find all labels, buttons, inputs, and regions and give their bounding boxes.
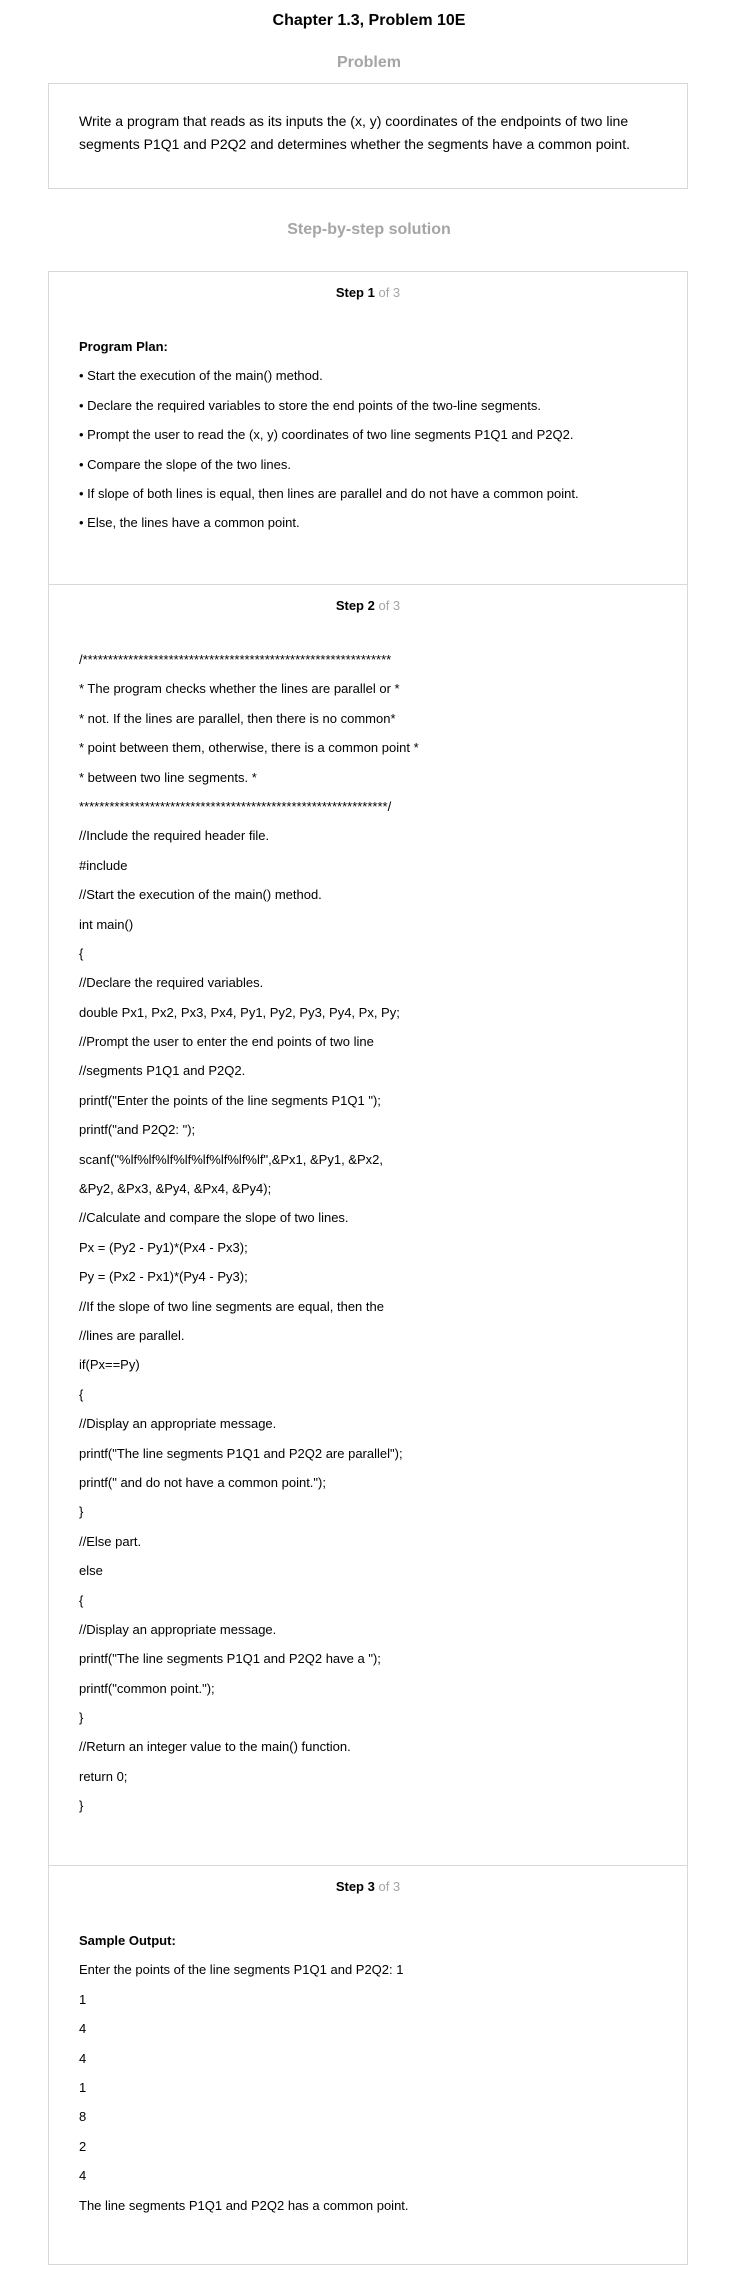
step-3-header: Step 3 of 3: [49, 1878, 687, 1896]
step-line: • If slope of both lines is equal, then …: [79, 485, 579, 501]
code-line: int main(): [79, 916, 134, 932]
code-line: //Start the execution of the main() meth…: [79, 887, 322, 903]
code-line: //Declare the required variables.: [79, 975, 264, 991]
code-line: }: [79, 1504, 84, 1520]
problem-heading: Problem: [336, 54, 401, 71]
code-line: {: [79, 1592, 84, 1608]
code-line: {: [79, 1386, 84, 1402]
code-line: printf("Enter the points of the line seg…: [79, 1092, 381, 1108]
code-line: printf("The line segments P1Q1 and P2Q2 …: [79, 1651, 381, 1667]
code-line: //Display an appropriate message.: [79, 1621, 277, 1637]
step-2-header: Step 2 of 3: [49, 597, 687, 615]
solution-heading: Step-by-step solution: [287, 221, 451, 238]
code-line: printf("The line segments P1Q1 and P2Q2 …: [79, 1445, 403, 1461]
code-line: //Calculate and compare the slope of two…: [79, 1210, 349, 1226]
step-line: 4: [79, 2021, 87, 2037]
code-line: * not. If the lines are parallel, then t…: [79, 710, 396, 726]
step-line: 1: [79, 2079, 87, 2095]
step-2: Step 2 of 3 /***************************…: [49, 585, 687, 1866]
step-2-of: of 3: [378, 598, 401, 613]
code-line: ****************************************…: [79, 798, 392, 814]
code-line: }: [79, 1798, 84, 1814]
code-line: //If the slope of two line segments are …: [79, 1298, 384, 1314]
step-line: Enter the points of the line segments P1…: [79, 1962, 404, 1978]
code-line: return 0;: [79, 1768, 128, 1784]
step-2-label: Step 2: [335, 598, 375, 613]
solution-box: Step 1 of 3 Program Plan: • Start the exe…: [48, 271, 688, 2265]
code-line: else: [79, 1563, 103, 1579]
code-line: printf("common point.");: [79, 1680, 215, 1696]
step-3-label: Step 3: [335, 1879, 375, 1894]
code-line: printf(" and do not have a common point.…: [79, 1474, 326, 1490]
code-line: //lines are parallel.: [79, 1327, 185, 1343]
step-line: • Declare the required variables to stor…: [79, 397, 541, 413]
step-2-code: /***************************************…: [79, 645, 669, 1821]
code-line: //segments P1Q1 and P2Q2.: [79, 1063, 246, 1079]
code-line: //Return an integer value to the main() …: [79, 1739, 351, 1755]
code-line: //Display an appropriate message.: [79, 1416, 277, 1432]
code-line: double Px1, Px2, Px3, Px4, Py1, Py2, Py3…: [79, 1004, 400, 1020]
step-1-header: Step 1 of 3: [49, 284, 687, 302]
step-line: 1: [79, 1991, 87, 2007]
code-line: }: [79, 1710, 84, 1726]
step-1-of: of 3: [378, 285, 401, 300]
step-subheading: Sample Output:: [79, 1933, 176, 1948]
step-line: 4: [79, 2168, 87, 2184]
step-line: The line segments P1Q1 and P2Q2 has a co…: [79, 2197, 409, 2213]
page-title: Chapter 1.3, Problem 10E: [272, 12, 466, 29]
code-line: printf("and P2Q2: ");: [79, 1122, 196, 1138]
step-line: • Start the execution of the main() meth…: [79, 368, 323, 384]
step-3-content: Sample Output: Enter the points of the li…: [79, 1926, 669, 2220]
code-line: #include: [79, 857, 128, 873]
step-3-of: of 3: [378, 1879, 401, 1894]
code-line: * The program checks whether the lines a…: [79, 681, 400, 697]
problem-text: Write a program that reads as its inputs…: [79, 113, 630, 152]
step-line: • Else, the lines have a common point.: [79, 515, 300, 531]
code-line: /***************************************…: [79, 652, 392, 667]
step-1-content: Program Plan: • Start the execution of th…: [79, 332, 669, 538]
code-line: Py = (Px2 - Px1)*(Py4 - Py3);: [79, 1269, 248, 1285]
step-line: 8: [79, 2109, 87, 2125]
step-3: Step 3 of 3 Sample Output: Enter the poin…: [49, 1866, 687, 2264]
code-line: scanf("%lf%lf%lf%lf%lf%lf%lf%lf",&Px1, &…: [79, 1151, 383, 1167]
code-line: &Py2, &Px3, &Py4, &Px4, &Py4);: [79, 1181, 272, 1197]
step-line: 2: [79, 2138, 87, 2154]
code-line: * between two line segments. *: [79, 769, 257, 785]
code-line: if(Px==Py): [79, 1357, 140, 1373]
step-1: Step 1 of 3 Program Plan: • Start the exe…: [49, 272, 687, 585]
step-line: • Prompt the user to read the (x, y) coo…: [79, 427, 574, 443]
code-line: //Prompt the user to enter the end point…: [79, 1034, 374, 1050]
step-subheading: Program Plan:: [79, 339, 168, 354]
step-1-label: Step 1: [335, 285, 375, 300]
code-line: //Include the required header file.: [79, 828, 270, 844]
problem-box: Write a program that reads as its inputs…: [48, 83, 688, 189]
code-line: {: [79, 945, 84, 961]
code-line: Px = (Py2 - Py1)*(Px4 - Px3);: [79, 1239, 248, 1255]
code-line: * point between them, otherwise, there i…: [79, 740, 419, 756]
code-line: //Else part.: [79, 1533, 142, 1549]
step-line: • Compare the slope of the two lines.: [79, 456, 291, 472]
step-line: 4: [79, 2050, 87, 2066]
